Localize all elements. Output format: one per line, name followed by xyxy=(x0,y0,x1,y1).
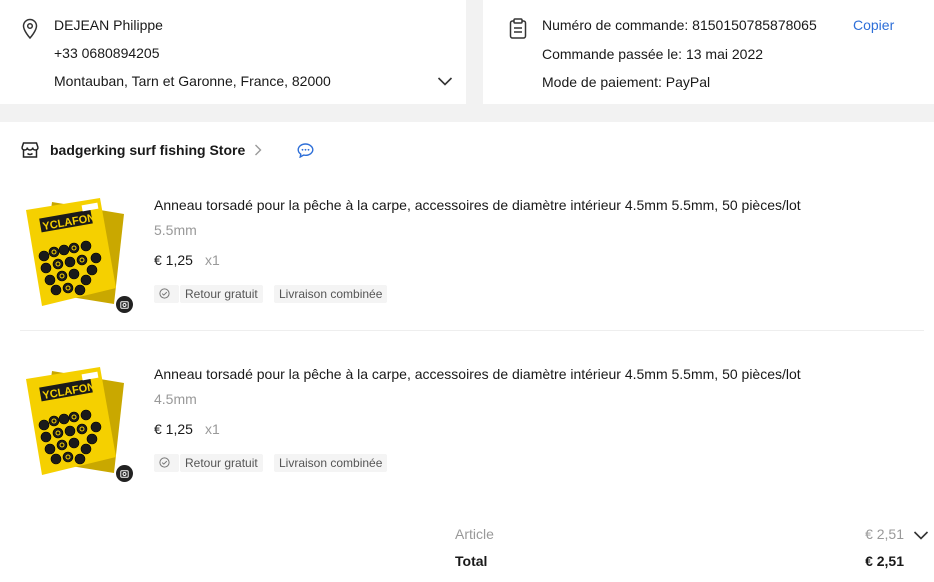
chevron-right-icon[interactable] xyxy=(253,143,263,162)
free-return-tag xyxy=(154,454,179,472)
product-title-link[interactable]: Anneau torsadé pour la pêche à la carpe,… xyxy=(154,365,801,383)
location-pin-icon xyxy=(21,18,39,45)
payment-method: Mode de paiement: PayPal xyxy=(542,74,711,90)
combined-shipping-tag: Livraison combinée xyxy=(274,454,388,472)
shield-check-icon xyxy=(159,288,170,299)
order-date: Commande passée le: 13 mai 2022 xyxy=(542,46,764,62)
receipt-icon xyxy=(509,18,527,45)
shield-check-icon xyxy=(159,457,170,468)
summary-article-label: Article xyxy=(455,526,494,542)
order-item: YCLAFON Anneau torsadé pour la pêche à l… xyxy=(0,178,934,328)
order-items-card: badgerking surf fishing Store YCLAFON An… xyxy=(0,122,934,582)
chevron-down-icon[interactable] xyxy=(913,528,929,546)
image-preview-icon[interactable] xyxy=(116,465,133,482)
product-price: € 1,25 xyxy=(154,421,193,437)
product-price: € 1,25 xyxy=(154,252,193,268)
summary-total-label: Total xyxy=(455,553,488,569)
store-name-link[interactable]: badgerking surf fishing Store xyxy=(50,141,245,159)
recipient-name: DEJEAN Philippe xyxy=(54,17,163,33)
product-image[interactable]: YCLAFON xyxy=(20,365,133,483)
order-number: Numéro de commande: 8150150785878065 xyxy=(542,17,817,33)
product-image[interactable]: YCLAFON xyxy=(20,196,133,314)
item-divider xyxy=(20,330,924,331)
product-quantity: x1 xyxy=(205,252,220,268)
product-title-link[interactable]: Anneau torsadé pour la pêche à la carpe,… xyxy=(154,196,801,214)
free-return-label: Retour gratuit xyxy=(180,285,263,303)
recipient-location: Montauban, Tarn et Garonne, France, 8200… xyxy=(54,73,331,89)
order-info-card: Numéro de commande: 8150150785878065 Cop… xyxy=(483,0,934,104)
free-return-label: Retour gratuit xyxy=(180,454,263,472)
product-tags: Retour gratuit Livraison combinée xyxy=(154,285,414,303)
store-icon xyxy=(20,140,40,165)
chat-bubble-icon[interactable] xyxy=(297,143,314,163)
order-item: YCLAFON Anneau torsadé pour la pêche à l… xyxy=(0,347,934,497)
combined-shipping-tag: Livraison combinée xyxy=(274,285,388,303)
shipping-address-card: DEJEAN Philippe +33 0680894205 Montauban… xyxy=(0,0,466,104)
recipient-phone: +33 0680894205 xyxy=(54,45,160,61)
summary-total-value: € 2,51 xyxy=(865,553,904,569)
product-tags: Retour gratuit Livraison combinée xyxy=(154,454,414,472)
summary-article-value: € 2,51 xyxy=(865,526,904,542)
chevron-down-icon[interactable] xyxy=(437,74,453,92)
product-variant: 4.5mm xyxy=(154,391,197,407)
copy-order-number-link[interactable]: Copier xyxy=(853,16,894,34)
image-preview-icon[interactable] xyxy=(116,296,133,313)
free-return-tag xyxy=(154,285,179,303)
product-variant: 5.5mm xyxy=(154,222,197,238)
product-quantity: x1 xyxy=(205,421,220,437)
